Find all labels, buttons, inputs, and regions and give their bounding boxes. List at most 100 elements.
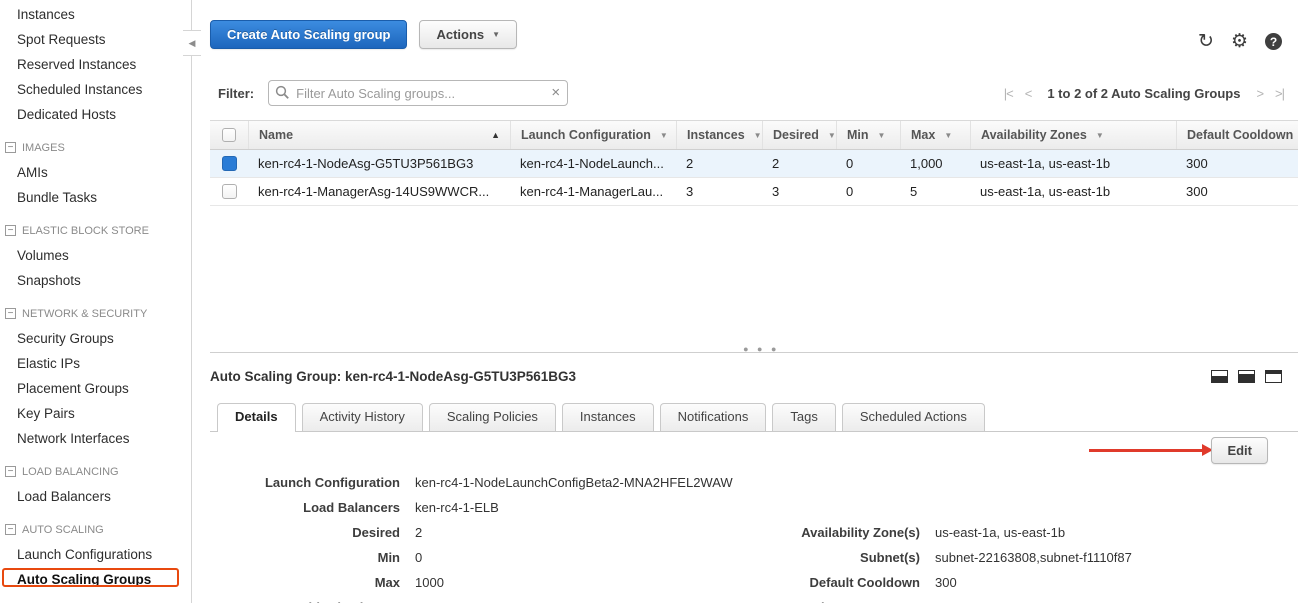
cell-max: 5 <box>900 178 970 205</box>
ec2-console: Instances Spot Requests Reserved Instanc… <box>0 0 1298 603</box>
column-header-name[interactable]: Name ▲ <box>248 121 510 149</box>
tab-scheduled-actions[interactable]: Scheduled Actions <box>842 403 985 431</box>
sidebar-item-spot-requests[interactable]: Spot Requests <box>0 27 191 52</box>
section-label: NETWORK & SECURITY <box>22 308 147 320</box>
sidebar-item-bundle-tasks[interactable]: Bundle Tasks <box>0 185 191 210</box>
sidebar-section-load-balancing[interactable]: − LOAD BALANCING <box>0 459 191 484</box>
cell-default-cooldown: 300 <box>1176 150 1298 177</box>
field-value: 300 <box>935 575 957 590</box>
column-header-availability-zones[interactable]: Availability Zones ▼ <box>970 121 1176 149</box>
table-row[interactable]: ken-rc4-1-ManagerAsg-14US9WWCR... ken-rc… <box>210 178 1298 206</box>
clear-filter-icon[interactable]: × <box>551 84 560 101</box>
edit-button[interactable]: Edit <box>1211 437 1268 464</box>
toolbar: Create Auto Scaling group Actions ▼ ↻ ⚙ … <box>210 20 1298 49</box>
cell-instances: 3 <box>676 178 762 205</box>
tab-activity-history[interactable]: Activity History <box>302 403 423 431</box>
pane-split-bottom-icon[interactable] <box>1211 370 1228 383</box>
filter-input-wrap: × <box>268 80 568 106</box>
field-row: Subnet(s) subnet-22163808,subnet-f1110f8… <box>710 545 1132 570</box>
column-label: Availability Zones <box>981 128 1087 142</box>
field-value: us-east-1a, us-east-1b <box>935 525 1065 540</box>
filter-bar: Filter: × |< < 1 to 2 of 2 Auto Scaling … <box>210 79 1298 107</box>
tab-instances[interactable]: Instances <box>562 403 654 431</box>
refresh-icon[interactable]: ↻ <box>1198 32 1214 51</box>
collapse-minus-icon: − <box>5 524 16 535</box>
sidebar-item-placement-groups[interactable]: Placement Groups <box>0 376 191 401</box>
column-header-min[interactable]: Min ▼ <box>836 121 900 149</box>
create-auto-scaling-group-button[interactable]: Create Auto Scaling group <box>210 20 407 49</box>
actions-button[interactable]: Actions ▼ <box>419 20 517 49</box>
field-label: Default Cooldown <box>710 575 935 590</box>
pane-restore-icon[interactable] <box>1265 370 1282 383</box>
sidebar-item-network-interfaces[interactable]: Network Interfaces <box>0 426 191 451</box>
sidebar-item-instances[interactable]: Instances <box>0 2 191 27</box>
field-label: Load Balancers <box>210 500 415 515</box>
section-label: AUTO SCALING <box>22 524 104 536</box>
pagination-first-icon[interactable]: |< <box>1004 86 1013 101</box>
column-label: Launch Configuration <box>521 128 651 142</box>
sidebar-item-snapshots[interactable]: Snapshots <box>0 268 191 293</box>
detail-fields: Launch Configuration ken-rc4-1-NodeLaunc… <box>210 470 1298 603</box>
select-all-checkbox[interactable] <box>222 128 236 142</box>
pane-maximize-icon[interactable] <box>1238 370 1255 383</box>
filter-input[interactable] <box>268 80 568 106</box>
tab-details[interactable]: Details <box>217 403 296 432</box>
cell-name: ken-rc4-1-ManagerAsg-14US9WWCR... <box>248 178 510 205</box>
pane-resize-handle[interactable]: ● ● ● <box>210 352 1298 353</box>
sort-caret-icon: ▼ <box>944 131 952 140</box>
sidebar-section-images[interactable]: − IMAGES <box>0 135 191 160</box>
table-row[interactable]: ken-rc4-1-NodeAsg-G5TU3P561BG3 ken-rc4-1… <box>210 150 1298 178</box>
section-label: IMAGES <box>22 142 65 154</box>
filter-label: Filter: <box>218 86 254 101</box>
sidebar-collapse-icon[interactable]: ◀ <box>183 30 201 56</box>
cell-name: ken-rc4-1-NodeAsg-G5TU3P561BG3 <box>248 150 510 177</box>
cell-max: 1,000 <box>900 150 970 177</box>
sidebar-section-auto-scaling[interactable]: − AUTO SCALING <box>0 517 191 542</box>
edit-row: Edit <box>210 432 1298 470</box>
sidebar-item-reserved-instances[interactable]: Reserved Instances <box>0 52 191 77</box>
sidebar-section-elastic-block-store[interactable]: − ELASTIC BLOCK STORE <box>0 218 191 243</box>
column-header-instances[interactable]: Instances ▼ <box>676 121 762 149</box>
sidebar-item-auto-scaling-groups[interactable]: Auto Scaling Groups <box>2 568 179 587</box>
column-header-launch-configuration[interactable]: Launch Configuration ▼ <box>510 121 676 149</box>
cell-availability-zones: us-east-1a, us-east-1b <box>970 150 1176 177</box>
tab-scaling-policies[interactable]: Scaling Policies <box>429 403 556 431</box>
field-row: Launch Configuration ken-rc4-1-NodeLaunc… <box>210 470 1298 495</box>
pagination-prev-icon[interactable]: < <box>1025 86 1032 101</box>
collapse-minus-icon: − <box>5 308 16 319</box>
column-header-desired[interactable]: Desired ▼ <box>762 121 836 149</box>
cell-instances: 2 <box>676 150 762 177</box>
column-label: Instances <box>687 128 745 142</box>
detail-title: Auto Scaling Group: ken-rc4-1-NodeAsg-G5… <box>210 369 576 384</box>
sidebar-item-security-groups[interactable]: Security Groups <box>0 326 191 351</box>
column-header-max[interactable]: Max ▼ <box>900 121 970 149</box>
row-checkbox[interactable] <box>222 156 237 171</box>
row-checkbox[interactable] <box>222 184 237 199</box>
help-icon[interactable]: ? <box>1265 33 1282 50</box>
field-label: Desired <box>210 525 415 540</box>
detail-header: Auto Scaling Group: ken-rc4-1-NodeAsg-G5… <box>210 366 1298 387</box>
pagination-summary: 1 to 2 of 2 Auto Scaling Groups <box>1047 86 1240 101</box>
pagination-next-icon[interactable]: > <box>1256 86 1263 101</box>
sidebar-item-amis[interactable]: AMIs <box>0 160 191 185</box>
field-label: Launch Configuration <box>210 475 415 490</box>
actions-button-label: Actions <box>436 27 484 42</box>
sidebar-item-volumes[interactable]: Volumes <box>0 243 191 268</box>
tab-tags[interactable]: Tags <box>772 403 835 431</box>
sidebar-item-scheduled-instances[interactable]: Scheduled Instances <box>0 77 191 102</box>
tab-notifications[interactable]: Notifications <box>660 403 767 431</box>
field-row: Availability Zone(s) us-east-1a, us-east… <box>710 520 1132 545</box>
gear-icon[interactable]: ⚙ <box>1231 32 1248 51</box>
sidebar-item-launch-configurations[interactable]: Launch Configurations <box>0 542 191 567</box>
column-header-default-cooldown[interactable]: Default Cooldown <box>1176 121 1298 149</box>
sidebar-item-dedicated-hosts[interactable]: Dedicated Hosts <box>0 102 191 127</box>
sidebar-item-key-pairs[interactable]: Key Pairs <box>0 401 191 426</box>
pagination-last-icon[interactable]: >| <box>1275 86 1284 101</box>
sidebar-item-load-balancers[interactable]: Load Balancers <box>0 484 191 509</box>
pagination: |< < 1 to 2 of 2 Auto Scaling Groups > >… <box>1004 86 1284 101</box>
sidebar-item-elastic-ips[interactable]: Elastic IPs <box>0 351 191 376</box>
collapse-minus-icon: − <box>5 142 16 153</box>
sidebar-section-network-security[interactable]: − NETWORK & SECURITY <box>0 301 191 326</box>
cell-desired: 2 <box>762 150 836 177</box>
sort-caret-icon: ▼ <box>878 131 886 140</box>
